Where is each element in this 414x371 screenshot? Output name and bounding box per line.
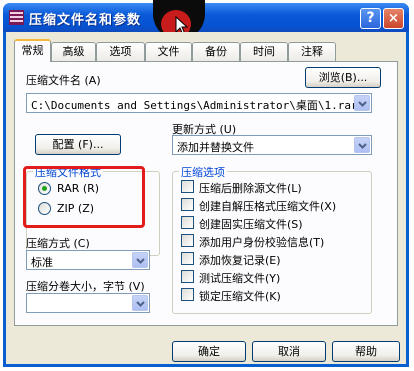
split-volume-accel: (V) — [128, 280, 145, 293]
compression-method-label: 压缩方式 (C) — [26, 235, 90, 251]
add-authenticity-checkbox[interactable] — [181, 234, 194, 247]
chevron-down-icon — [358, 101, 367, 107]
close-button[interactable]: × — [383, 8, 404, 29]
delete-after-archiving-checkbox[interactable] — [181, 180, 194, 193]
add-recovery-label: 添加恢复记录(E) — [199, 252, 281, 268]
option-accel: (S) — [287, 218, 303, 231]
delete-after-archiving-label: 压缩后删除源文件(L) — [199, 180, 302, 196]
tab-backup[interactable]: 备份 — [192, 42, 240, 61]
tab-options[interactable]: 选项 — [96, 42, 145, 61]
title-help-button[interactable]: ? — [360, 8, 381, 29]
option-label-text: 压缩后删除源文件 — [199, 182, 287, 195]
tab-advanced[interactable]: 高级 — [51, 42, 96, 61]
archive-name-accel: (A) — [84, 74, 101, 87]
title-bar[interactable]: 压缩文件名和参数 ? × — [3, 3, 409, 32]
add-recovery-checkbox[interactable] — [181, 252, 194, 265]
create-sfx-checkbox[interactable] — [181, 198, 194, 211]
compression-method-text: 压缩方式 — [26, 237, 70, 250]
winrar-icon — [9, 10, 24, 25]
profiles-button[interactable]: 配置 (F)... — [35, 134, 121, 155]
archive-options-title: 压缩选项 — [179, 164, 227, 180]
tab-time[interactable]: 时间 — [240, 42, 288, 61]
option-label-text: 添加用户身份校验信息 — [199, 236, 309, 249]
split-volume-label: 压缩分卷大小，字节 (V) — [26, 278, 145, 294]
chevron-down-icon — [136, 258, 145, 264]
lock-archive-checkbox[interactable] — [181, 288, 194, 301]
archive-name-value: C:\Documents and Settings\Administrator\… — [31, 99, 358, 112]
tab-files[interactable]: 文件 — [145, 42, 192, 61]
split-volume-dropdown[interactable] — [132, 295, 148, 311]
compression-method-accel: (C) — [73, 237, 90, 250]
archive-name-label-text: 压缩文件名 — [26, 74, 81, 87]
add-authenticity-label: 添加用户身份校验信息(T) — [199, 234, 324, 250]
option-label-text: 创建固实压缩文件 — [199, 218, 287, 231]
archive-name-label: 压缩文件名 (A) — [26, 72, 101, 88]
archive-name-combo[interactable]: C:\Documents and Settings\Administrator\… — [26, 93, 372, 113]
option-accel: (T) — [309, 236, 325, 249]
option-label-text: 创建自解压格式压缩文件 — [199, 200, 320, 213]
ok-button[interactable]: 确定 — [172, 341, 246, 362]
option-label-text: 添加恢复记录 — [199, 254, 265, 267]
format-highlight-box — [23, 166, 145, 228]
chevron-down-icon — [136, 301, 145, 307]
window-title: 压缩文件名和参数 — [29, 13, 142, 28]
update-mode-dropdown[interactable] — [354, 137, 370, 153]
chevron-down-icon — [358, 143, 367, 149]
cancel-button[interactable]: 取消 — [252, 341, 326, 362]
browse-button-label: 浏览 — [318, 71, 341, 84]
option-accel: (E) — [265, 254, 281, 267]
tab-comment[interactable]: 注释 — [288, 42, 336, 61]
option-label-text: 锁定压缩文件 — [199, 290, 265, 303]
split-volume-select[interactable] — [26, 293, 150, 313]
compression-method-value: 标准 — [31, 256, 53, 269]
lock-archive-label: 锁定压缩文件(K) — [199, 288, 281, 304]
update-mode-value: 添加并替换文件 — [177, 141, 254, 154]
option-accel: (K) — [265, 290, 281, 303]
option-label-text: 测试压缩文件 — [199, 272, 265, 285]
test-archive-checkbox[interactable] — [181, 270, 194, 283]
compression-method-dropdown[interactable] — [132, 252, 148, 268]
create-solid-label: 创建固实压缩文件(S) — [199, 216, 303, 232]
browse-button[interactable]: 浏览(B)... — [305, 67, 381, 88]
profiles-button-accel: (F)... — [78, 138, 104, 151]
option-accel: (L) — [287, 182, 302, 195]
help-button[interactable]: 帮助 — [332, 341, 400, 362]
test-archive-label: 测试压缩文件(Y) — [199, 270, 280, 286]
option-accel: (X) — [320, 200, 337, 213]
archive-name-dropdown[interactable] — [354, 95, 370, 111]
update-mode-select[interactable]: 添加并替换文件 — [172, 135, 372, 155]
tab-general[interactable]: 常规 — [14, 39, 51, 62]
browse-button-accel: (B)... — [340, 71, 368, 84]
create-solid-checkbox[interactable] — [181, 216, 194, 229]
create-sfx-label: 创建自解压格式压缩文件(X) — [199, 198, 336, 214]
profiles-button-label: 配置 — [52, 138, 75, 151]
option-accel: (Y) — [265, 272, 281, 285]
compression-method-select[interactable]: 标准 — [26, 250, 150, 270]
split-volume-text: 压缩分卷大小，字节 — [26, 280, 125, 293]
tab-strip: 常规 高级 选项 文件 备份 时间 注释 — [14, 39, 404, 62]
